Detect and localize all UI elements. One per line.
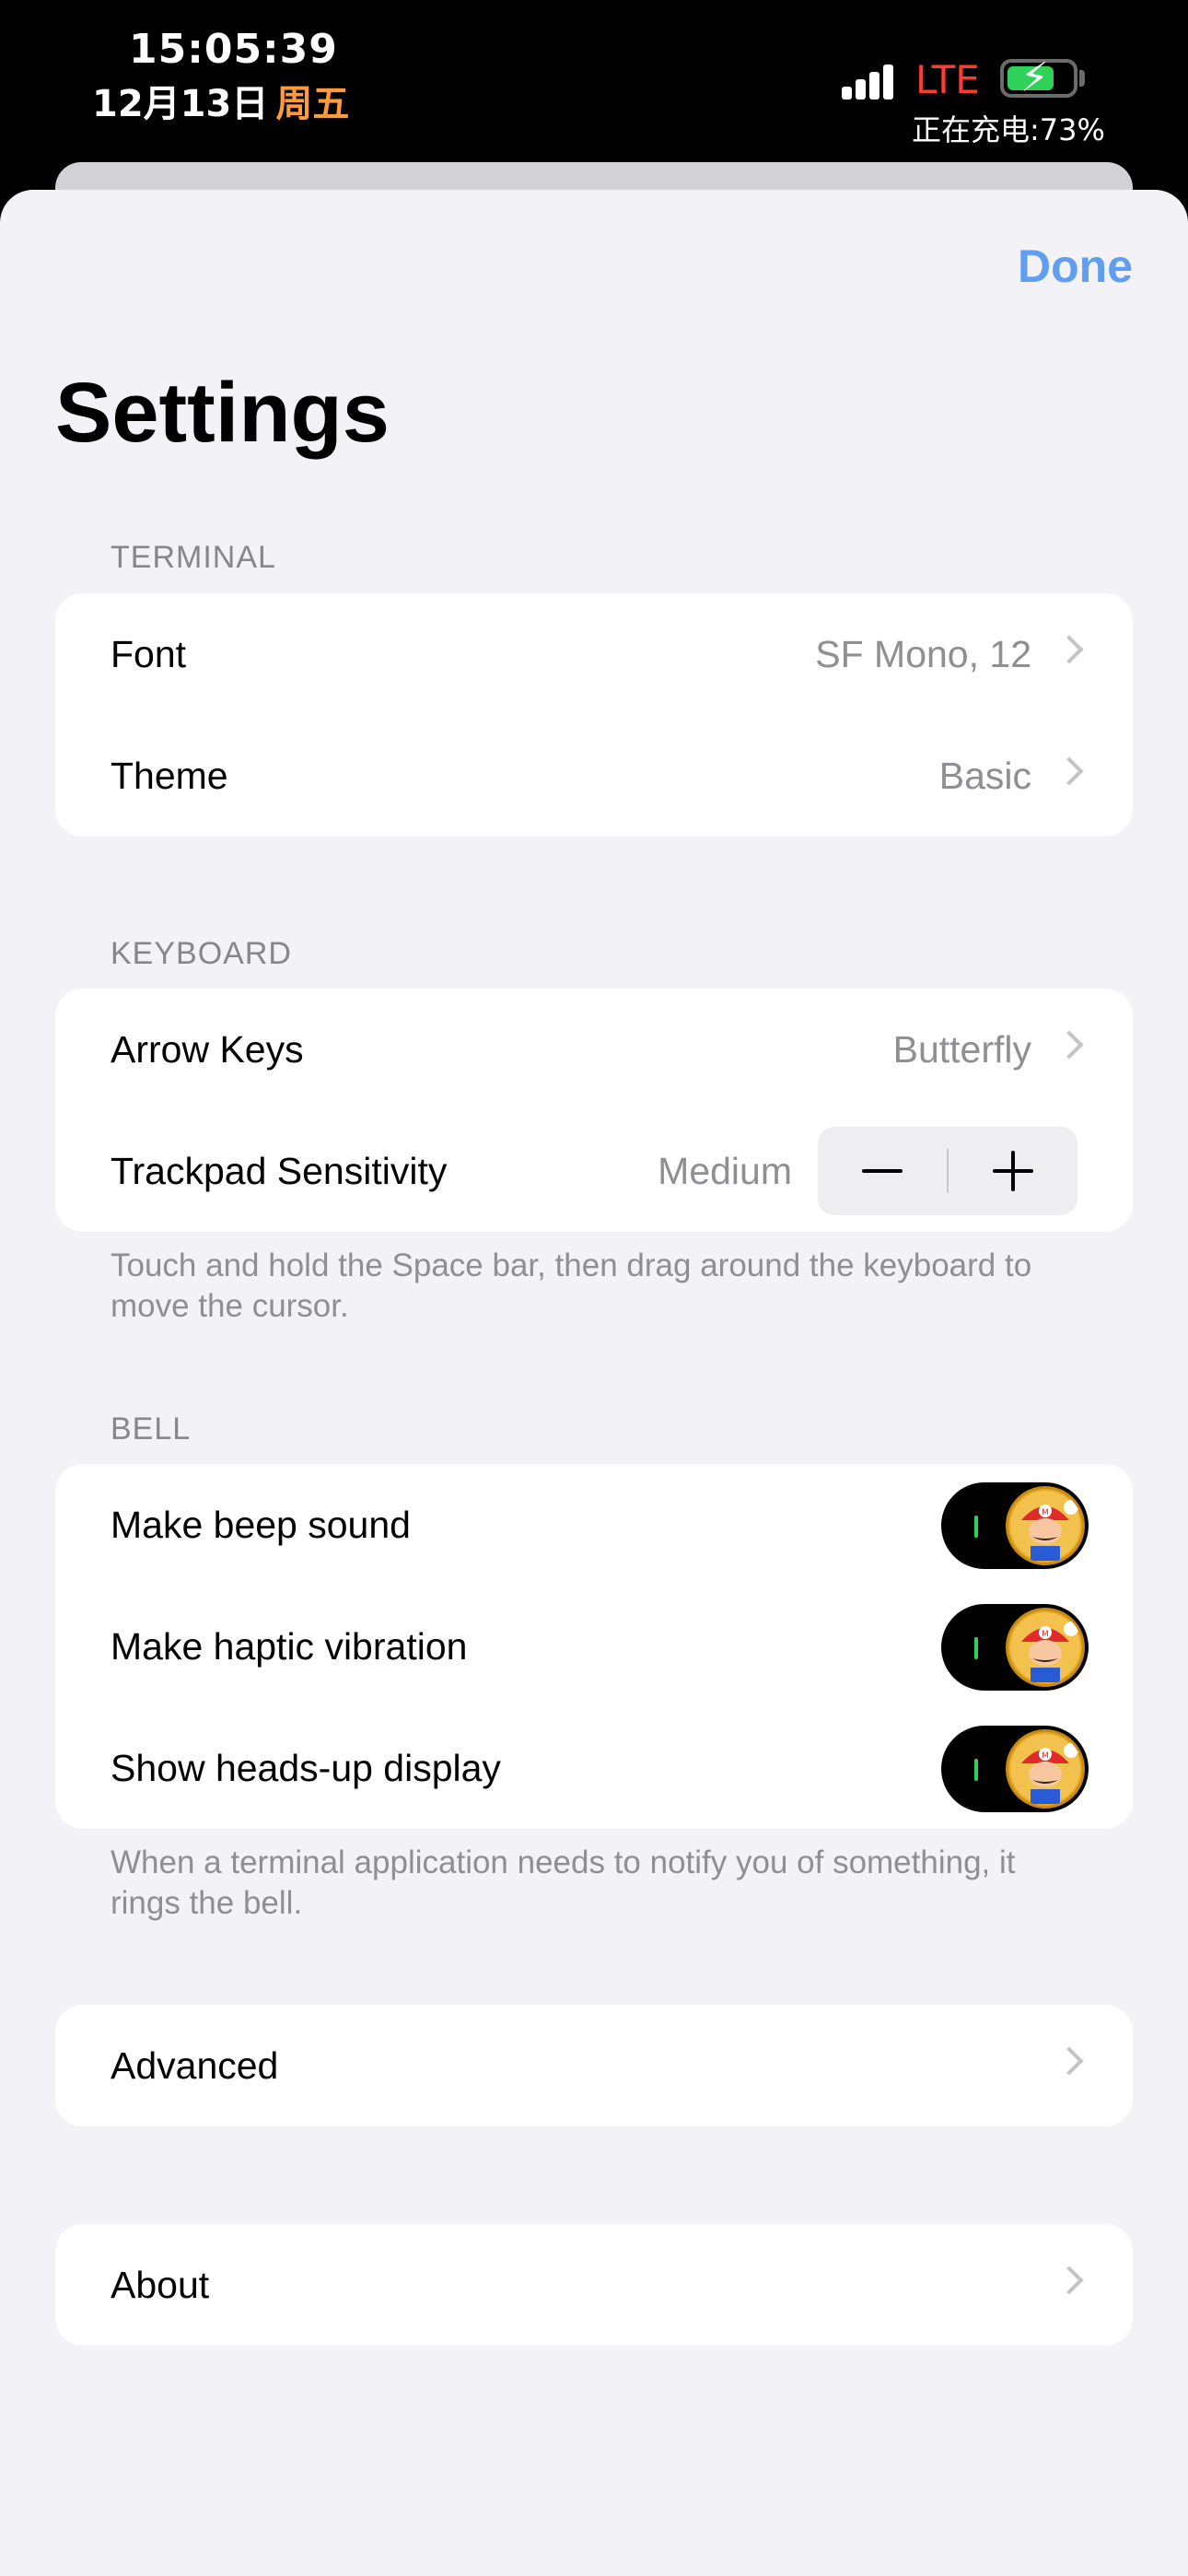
svg-text:M: M (1042, 1630, 1049, 1639)
bell-group: Make beep sound M Make haptic vibration … (55, 1464, 1133, 1829)
keyboard-footer: Touch and hold the Space bar, then drag … (111, 1247, 1032, 1324)
heads-up-display-row: Show heads-up display M (55, 1707, 1133, 1829)
chevron-right-icon (1054, 2046, 1084, 2076)
chevron-right-icon (1054, 1030, 1084, 1060)
arrow-keys-row[interactable]: Arrow Keys Butterfly (55, 989, 1133, 1110)
minus-icon[interactable] (818, 1127, 947, 1215)
section-header-keyboard: KEYBOARD (111, 936, 292, 971)
svg-text:M: M (1042, 1751, 1049, 1761)
status-time: 15:05:39 (129, 26, 338, 73)
charging-bolt-icon: ⚡ (1020, 55, 1049, 100)
network-type: LTE (915, 57, 980, 102)
about-group: About (55, 2224, 1133, 2346)
keyboard-group: Arrow Keys Butterfly Trackpad Sensitivit… (55, 989, 1133, 1232)
toggle-on-indicator (974, 1637, 978, 1659)
chevron-right-icon (1054, 2266, 1084, 2295)
haptic-vibration-row: Make haptic vibration M (55, 1586, 1133, 1707)
status-weekday: 周五 (275, 83, 350, 125)
chevron-right-icon (1054, 635, 1084, 664)
arrow-keys-label: Arrow Keys (111, 1028, 304, 1071)
arrow-keys-value: Butterfly (892, 1028, 1031, 1071)
beep-sound-label: Make beep sound (111, 1504, 411, 1546)
haptic-vibration-toggle[interactable]: M (941, 1604, 1089, 1691)
haptic-vibration-label: Make haptic vibration (111, 1625, 468, 1668)
page-title: Settings (55, 366, 390, 460)
mario-toggle-knob-icon: M (1006, 1486, 1085, 1565)
theme-row[interactable]: Theme Basic (55, 715, 1133, 837)
terminal-group: Font SF Mono, 12 Theme Basic (55, 593, 1133, 837)
heads-up-display-label: Show heads-up display (111, 1747, 501, 1789)
settings-sheet: Done Settings TERMINAL Font SF Mono, 12 … (0, 190, 1188, 2576)
theme-value: Basic (938, 755, 1031, 797)
advanced-group: Advanced (55, 2005, 1133, 2126)
heads-up-display-toggle[interactable]: M (941, 1726, 1089, 1812)
done-button[interactable]: Done (1018, 240, 1133, 293)
mario-toggle-knob-icon: M (1006, 1729, 1085, 1809)
trackpad-sensitivity-value: Medium (658, 1150, 792, 1192)
beep-sound-toggle[interactable]: M (941, 1482, 1089, 1569)
about-row[interactable]: About (55, 2224, 1133, 2346)
trackpad-sensitivity-label: Trackpad Sensitivity (111, 1150, 448, 1192)
cellular-signal-icon (842, 63, 906, 100)
section-header-terminal: TERMINAL (111, 540, 276, 575)
advanced-label: Advanced (111, 2044, 279, 2087)
section-header-bell: BELL (111, 1411, 192, 1446)
font-label: Font (111, 633, 187, 675)
theme-label: Theme (111, 755, 228, 797)
charging-status: 正在充电:73% (912, 112, 1105, 147)
toggle-on-indicator (974, 1516, 978, 1538)
status-date: 12月13日 周五 (92, 74, 349, 127)
mario-toggle-knob-icon: M (1006, 1608, 1085, 1687)
plus-icon[interactable] (949, 1127, 1077, 1215)
font-row[interactable]: Font SF Mono, 12 (55, 593, 1133, 715)
svg-text:M: M (1042, 1508, 1049, 1517)
sensitivity-stepper (818, 1127, 1077, 1215)
trackpad-sensitivity-row: Trackpad Sensitivity Medium (55, 1110, 1133, 1232)
about-label: About (111, 2264, 210, 2306)
font-value: SF Mono, 12 (815, 633, 1031, 675)
status-date-text: 12月13日 (92, 83, 269, 125)
advanced-row[interactable]: Advanced (55, 2005, 1133, 2126)
bell-footer: When a terminal application needs to not… (111, 1844, 1016, 1921)
battery-tip (1079, 70, 1085, 87)
toggle-on-indicator (974, 1759, 978, 1781)
beep-sound-row: Make beep sound M (55, 1464, 1133, 1586)
chevron-right-icon (1054, 756, 1084, 786)
